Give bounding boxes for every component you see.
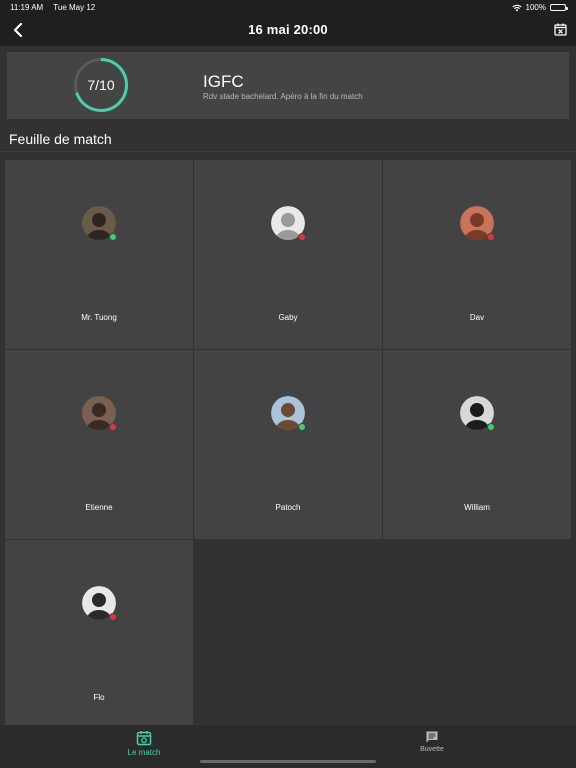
status-unavailable-dot bbox=[109, 613, 117, 621]
player-card[interactable]: Gaby bbox=[194, 160, 382, 349]
tab-le-match[interactable]: Le match bbox=[0, 730, 288, 762]
status-available-dot bbox=[298, 423, 306, 431]
tab-buvette-label: Buvette bbox=[420, 746, 444, 753]
avatar-wrap bbox=[271, 206, 306, 241]
status-date: Tue May 12 bbox=[53, 3, 96, 12]
player-name: William bbox=[464, 503, 490, 512]
avatar-wrap bbox=[82, 586, 117, 621]
player-card[interactable]: Flo bbox=[5, 540, 193, 729]
tab-le-match-label: Le match bbox=[127, 748, 161, 757]
status-available-dot bbox=[487, 423, 495, 431]
player-name: Flo bbox=[93, 693, 105, 702]
avatar-wrap bbox=[82, 396, 117, 431]
wifi-icon bbox=[511, 4, 522, 11]
page-title: 16 mai 20:00 bbox=[248, 22, 328, 37]
status-unavailable-dot bbox=[109, 423, 117, 431]
status-left: 11:19 AM Tue May 12 bbox=[10, 3, 103, 12]
player-name: Etienne bbox=[85, 503, 113, 512]
home-indicator bbox=[200, 760, 376, 763]
match-note: Rdv stade bachelard. Apéro à la fin du m… bbox=[203, 92, 363, 101]
status-unavailable-dot bbox=[298, 233, 306, 241]
player-card[interactable]: Dav bbox=[383, 160, 571, 349]
avatar-wrap bbox=[82, 206, 117, 241]
status-right: 100% bbox=[511, 3, 568, 12]
tab-buvette[interactable]: Buvette bbox=[288, 730, 576, 762]
player-name: Mr. Tuong bbox=[81, 313, 117, 322]
attendance-count: 7/10 bbox=[87, 77, 115, 93]
team-name: IGFC bbox=[203, 72, 244, 91]
player-name: Gaby bbox=[278, 313, 298, 322]
avatar-wrap bbox=[271, 396, 306, 431]
status-available-dot bbox=[109, 233, 117, 241]
calendar-remove-icon bbox=[553, 23, 567, 36]
calendar-icon bbox=[136, 731, 152, 746]
player-name: Dav bbox=[469, 313, 485, 322]
avatar-wrap bbox=[460, 396, 495, 431]
avatar-wrap bbox=[460, 206, 495, 241]
chat-icon bbox=[426, 731, 438, 743]
match-summary-card: 7/10 IGFC Rdv stade bachelard. Apéro à l… bbox=[7, 52, 569, 119]
player-card[interactable]: Mr. Tuong bbox=[5, 160, 193, 349]
battery-icon bbox=[550, 4, 568, 11]
player-name: Patoch bbox=[275, 503, 301, 512]
nav-bar: 16 mai 20:00 bbox=[0, 14, 576, 46]
player-grid: Mr. Tuong Gaby Dav Etienne Patoch William Flo bbox=[5, 160, 571, 729]
section-title: Feuille de match bbox=[9, 131, 112, 147]
status-bar: 11:19 AM Tue May 12 100% bbox=[0, 0, 576, 14]
player-card[interactable]: Patoch bbox=[194, 350, 382, 539]
status-unavailable-dot bbox=[487, 233, 495, 241]
section-divider bbox=[0, 151, 576, 152]
battery-percent: 100% bbox=[525, 3, 546, 12]
calendar-remove-button[interactable] bbox=[552, 21, 568, 37]
status-time: 11:19 AM bbox=[10, 3, 44, 12]
player-card[interactable]: William bbox=[383, 350, 571, 539]
player-card[interactable]: Etienne bbox=[5, 350, 193, 539]
